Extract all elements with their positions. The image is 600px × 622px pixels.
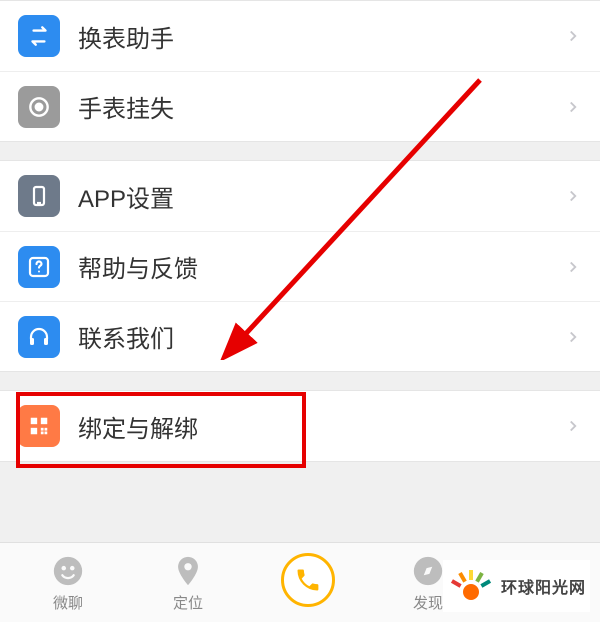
tab-label: 定位 — [173, 592, 203, 613]
tab-location[interactable]: 定位 — [128, 553, 248, 613]
chevron-right-icon — [564, 27, 582, 45]
tab-call[interactable] — [248, 559, 368, 607]
sun-logo-icon — [447, 562, 495, 610]
row-change-watch[interactable]: 换表助手 — [0, 1, 600, 71]
chevron-right-icon — [564, 258, 582, 276]
row-label: 联系我们 — [78, 319, 564, 354]
row-watch-lost[interactable]: 手表挂失 — [0, 71, 600, 141]
settings-list: 换表助手 手表挂失 APP设置 — [0, 0, 600, 522]
row-app-settings[interactable]: APP设置 — [0, 161, 600, 231]
tab-chat[interactable]: 微聊 — [8, 553, 128, 613]
tab-label: 微聊 — [53, 592, 83, 613]
call-icon — [281, 553, 335, 607]
compass-icon — [410, 553, 446, 589]
chevron-right-icon — [564, 417, 582, 435]
row-contact-us[interactable]: 联系我们 — [0, 301, 600, 371]
row-label: 换表助手 — [78, 19, 564, 54]
row-label: APP设置 — [78, 179, 564, 214]
swap-icon — [18, 15, 60, 57]
location-icon — [170, 553, 206, 589]
row-label: 绑定与解绑 — [78, 409, 564, 444]
phone-icon — [18, 175, 60, 217]
question-icon — [18, 246, 60, 288]
watermark-text: 环球阳光网 — [501, 574, 586, 598]
row-bind-unbind[interactable]: 绑定与解绑 — [0, 391, 600, 461]
chevron-right-icon — [564, 187, 582, 205]
qr-icon — [18, 405, 60, 447]
row-help-feedback[interactable]: 帮助与反馈 — [0, 231, 600, 301]
settings-group-1: 换表助手 手表挂失 — [0, 0, 600, 142]
chevron-right-icon — [564, 328, 582, 346]
target-icon — [18, 86, 60, 128]
settings-group-3: 绑定与解绑 — [0, 390, 600, 462]
headset-icon — [18, 316, 60, 358]
watermark: 环球阳光网 — [443, 560, 590, 612]
chevron-right-icon — [564, 98, 582, 116]
tab-label: 发现 — [413, 592, 443, 613]
row-label: 手表挂失 — [78, 89, 564, 124]
row-label: 帮助与反馈 — [78, 249, 564, 284]
settings-group-2: APP设置 帮助与反馈 联系我们 — [0, 160, 600, 372]
chat-icon — [50, 553, 86, 589]
